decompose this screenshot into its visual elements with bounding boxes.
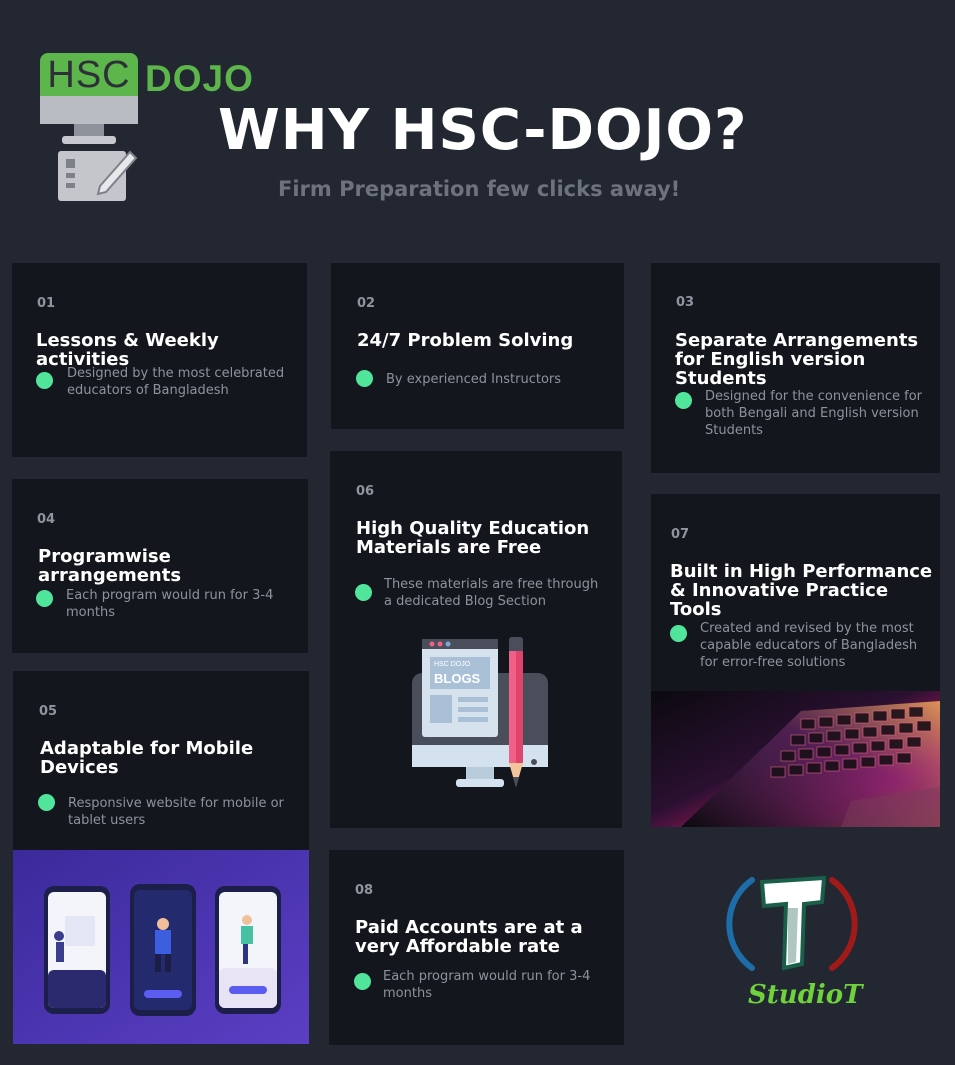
laptop-keyboard-image xyxy=(651,691,940,827)
logo-dojo: DOJO xyxy=(145,58,254,99)
card-description: By experienced Instructors xyxy=(386,372,562,387)
feature-card-06: 06 High Quality Education Materials are … xyxy=(330,451,622,828)
card-description: Each program would run for 3-4 months xyxy=(383,969,591,1001)
card-number: 02 xyxy=(357,296,376,311)
card-title: Lessons & Weekly activities xyxy=(36,330,219,370)
bullet-dot-icon xyxy=(354,973,371,990)
blog-label-text: BLOGS xyxy=(434,671,481,686)
card-title: Adaptable for Mobile Devices xyxy=(40,738,254,778)
bullet-dot-icon xyxy=(670,625,687,642)
card-number: 05 xyxy=(39,704,58,719)
page-title: WHY HSC-DOJO? xyxy=(218,98,748,163)
card-title: Paid Accounts are at a very Affordable r… xyxy=(355,917,583,957)
feature-card-05: 05 Adaptable for Mobile Devices Responsi… xyxy=(13,671,309,1044)
card-number: 01 xyxy=(37,296,56,311)
studio-name: StudioT xyxy=(748,980,863,1010)
computer-pen-icon xyxy=(40,96,138,201)
card-number: 04 xyxy=(37,512,56,527)
card-description: Responsive website for mobile or tablet … xyxy=(68,796,284,828)
pencil-icon xyxy=(509,637,523,787)
card-title: Programwise arrangements xyxy=(38,546,182,586)
blog-monitor-icon: HSC DOJO BLOGS xyxy=(412,639,548,787)
feature-card-04: 04 Programwise arrangements Each program… xyxy=(12,479,308,653)
card-number: 08 xyxy=(355,883,374,898)
card-description: Designed by the most celebrated educator… xyxy=(67,366,285,398)
feature-card-01: 01 Lessons & Weekly activities Designed … xyxy=(12,263,307,457)
bullet-dot-icon xyxy=(36,372,53,389)
card-title: 24/7 Problem Solving xyxy=(357,330,574,351)
bullet-dot-icon xyxy=(38,794,55,811)
feature-card-07: 07 Built in High Performance & Innovativ… xyxy=(651,494,940,827)
page-subtitle: Firm Preparation few clicks away! xyxy=(278,177,681,201)
card-title: Built in High Performance & Innovative P… xyxy=(670,561,933,620)
card-number: 06 xyxy=(356,484,375,499)
bullet-dot-icon xyxy=(675,392,692,409)
card-description: Each program would run for 3-4 months xyxy=(66,588,274,620)
bullet-dot-icon xyxy=(356,370,373,387)
feature-card-03: 03 Separate Arrangements for English ver… xyxy=(651,263,940,473)
card-description: Created and revised by the most capable … xyxy=(700,621,918,670)
card-number: 07 xyxy=(671,527,690,542)
card-title: Separate Arrangements for English versio… xyxy=(675,330,919,389)
card-description: Designed for the convenience for both Be… xyxy=(705,389,923,438)
bullet-dot-icon xyxy=(36,590,53,607)
logo-hsc: HSC xyxy=(40,53,138,97)
blog-brand-text: HSC DOJO xyxy=(434,661,471,668)
card-number: 03 xyxy=(676,295,695,310)
feature-card-08: 08 Paid Accounts are at a very Affordabl… xyxy=(329,850,624,1045)
mobile-devices-image xyxy=(13,850,309,1044)
card-description: These materials are free through a dedic… xyxy=(384,577,599,609)
bullet-dot-icon xyxy=(355,584,372,601)
feature-card-02: 02 24/7 Problem Solving By experienced I… xyxy=(331,263,624,429)
card-title: High Quality Education Materials are Fre… xyxy=(356,518,590,558)
